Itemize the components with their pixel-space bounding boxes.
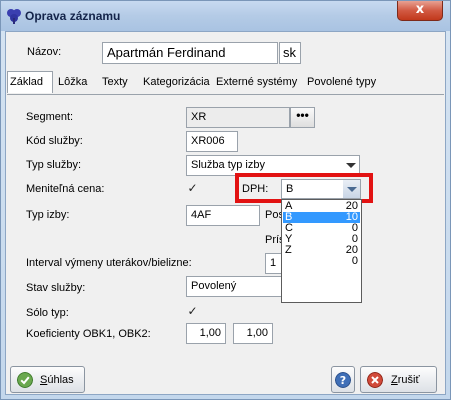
check-circle-icon (17, 372, 33, 388)
cancel-button[interactable]: Zrušiť (360, 366, 437, 393)
window-title: Oprava záznamu (25, 9, 121, 23)
svg-text:?: ? (340, 374, 346, 387)
segment-label: Segment: (26, 111, 74, 123)
variable-price-label: Meniteľná cena: (26, 183, 105, 195)
tab-externe-systemy[interactable]: Externé systémy (214, 73, 299, 93)
interval-label: Interval výmeny uterákov/bielizne: (26, 257, 192, 269)
tab-kategorizacia[interactable]: Kategorizácia (141, 73, 212, 93)
tab-zaklad[interactable]: Základ (7, 71, 53, 93)
vat-option-b[interactable]: B 10 (283, 212, 360, 223)
service-type-value: Služba typ izby (191, 159, 265, 171)
code-input[interactable]: XR006 (186, 131, 238, 152)
vat-option-blank[interactable]: 0 (283, 256, 360, 267)
ok-button[interactable]: Súhlas (10, 366, 85, 393)
help-button[interactable]: ? (331, 366, 355, 393)
cancel-x-icon (367, 372, 383, 388)
tab-texty[interactable]: Texty (100, 73, 130, 93)
vat-option-c[interactable]: C0 (283, 223, 360, 234)
dialog-window: Oprava záznamu x Názov: Apartmán Ferdina… (0, 0, 451, 400)
cancel-label: Zrušiť (391, 374, 420, 386)
variable-price-checkbox[interactable]: ✓ (186, 182, 199, 195)
ok-label: Súhlas (40, 374, 74, 386)
tab-lozka[interactable]: Lôžka (56, 73, 89, 93)
solo-label: Sólo typ: (26, 307, 69, 319)
app-clover-icon (7, 9, 21, 24)
segment-browse-button[interactable]: ••• (290, 107, 315, 128)
coef-label: Koeficienty OBK1, OBK2: (26, 328, 151, 340)
service-type-label: Typ služby: (26, 159, 82, 171)
name-label: Názov: (27, 46, 62, 58)
language-field[interactable]: sk (279, 42, 301, 64)
room-type-label: Typ izby: (26, 209, 70, 221)
tab-strip: Základ Lôžka Texty Kategorizácia Externé… (7, 71, 446, 93)
vat-dropdown-list: A 20 B 10 C0 Y0 Z 20 0 (281, 199, 362, 303)
coef2-input[interactable]: 1,00 (233, 323, 273, 344)
solo-checkbox[interactable]: ✓ (186, 305, 199, 318)
room-type-input[interactable]: 4AF (186, 205, 260, 226)
title-bar[interactable]: Oprava záznamu x (1, 1, 450, 31)
code-label: Kód služby: (26, 135, 83, 147)
coef1-input[interactable]: 1,00 (186, 323, 226, 344)
name-input[interactable]: Apartmán Ferdinand (102, 42, 278, 64)
status-label: Stav služby: (26, 282, 86, 294)
close-button[interactable]: x (397, 1, 443, 21)
tab-povolene-typy[interactable]: Povolené typy (305, 73, 378, 93)
help-icon: ? (335, 372, 351, 388)
segment-input[interactable]: XR (186, 107, 290, 128)
status-select[interactable]: Povolený (186, 276, 282, 297)
vat-option-z[interactable]: Z 20 (283, 245, 360, 256)
